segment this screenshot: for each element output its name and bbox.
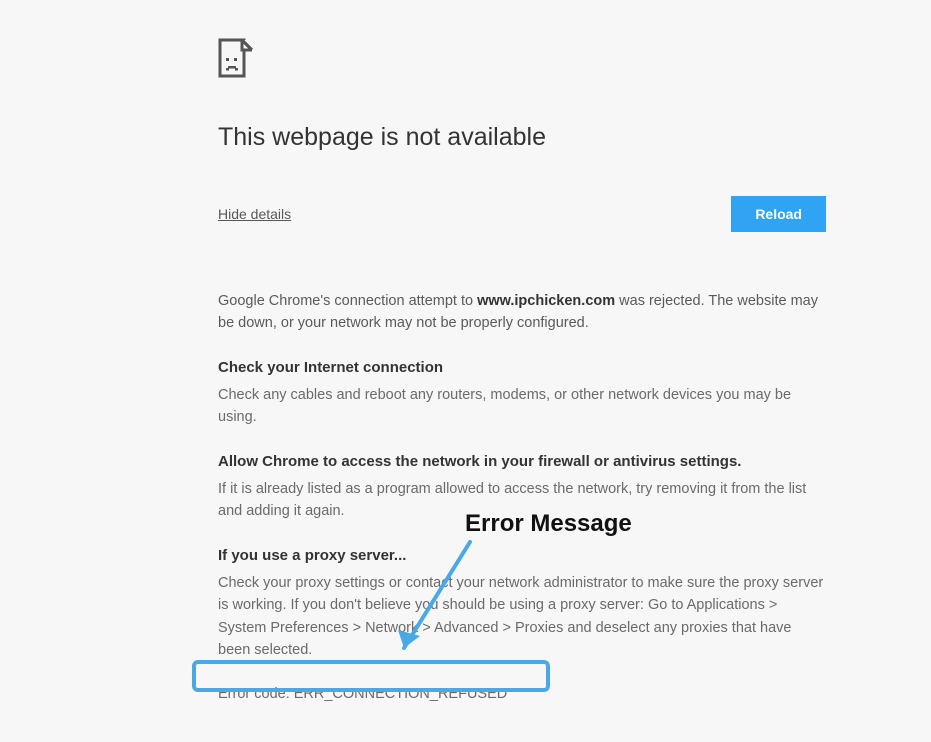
desc-prefix: Google Chrome's connection attempt to <box>218 293 477 309</box>
section-body: Check any cables and reboot any routers,… <box>218 384 826 429</box>
error-description: Google Chrome's connection attempt to ww… <box>218 290 826 335</box>
section-heading: If you use a proxy server... <box>218 547 826 564</box>
page-title: This webpage is not available <box>218 123 826 152</box>
section-body: Check your proxy settings or contact you… <box>218 572 826 662</box>
section-heading: Check your Internet connection <box>218 359 826 376</box>
sad-folder-icon <box>218 38 826 123</box>
section-body: If it is already listed as a program all… <box>218 478 826 523</box>
hide-details-link[interactable]: Hide details <box>218 206 291 222</box>
action-row: Hide details Reload <box>218 196 826 232</box>
desc-domain: www.ipchicken.com <box>477 293 615 309</box>
section-heading: Allow Chrome to access the network in yo… <box>218 453 826 470</box>
error-code-text: Error code: ERR_CONNECTION_REFUSED <box>218 686 826 702</box>
reload-button[interactable]: Reload <box>731 196 826 232</box>
error-page-container: This webpage is not available Hide detai… <box>0 0 931 742</box>
